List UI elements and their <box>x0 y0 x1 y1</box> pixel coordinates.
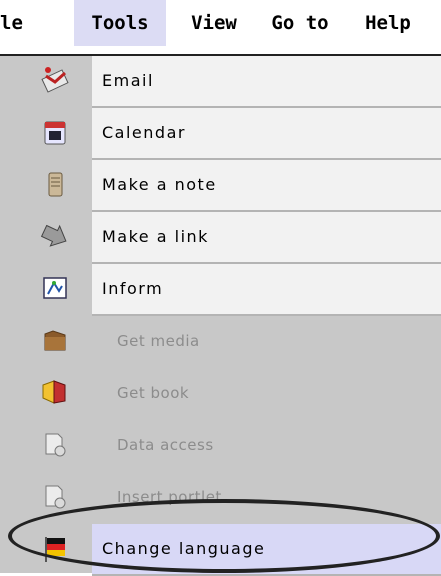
menu-view[interactable]: View <box>176 0 252 46</box>
data-access-icon <box>40 430 70 460</box>
menu-item-label: Get book <box>117 384 190 402</box>
menu-item-insert-portlet[interactable]: Insert portlet <box>0 472 441 524</box>
tools-dropdown-menu: Email Calendar Make a note Make a link I… <box>0 56 441 576</box>
menu-tools[interactable]: Tools <box>74 0 166 46</box>
email-icon <box>40 64 70 94</box>
menu-item-make-a-note[interactable]: Make a note <box>0 160 441 212</box>
menu-go-to[interactable]: Go to <box>260 0 340 46</box>
book-folder-icon <box>40 376 70 406</box>
menu-help[interactable]: Help <box>352 0 424 46</box>
menu-item-inform[interactable]: Inform <box>0 264 441 316</box>
menu-item-label: Inform <box>92 264 441 316</box>
media-folder-icon <box>40 326 70 356</box>
calendar-icon <box>40 118 70 148</box>
menu-item-data-access[interactable]: Data access <box>0 420 441 472</box>
link-icon <box>40 222 70 252</box>
menu-item-label: Data access <box>117 436 214 454</box>
menu-item-make-a-link[interactable]: Make a link <box>0 212 441 264</box>
menu-item-change-language[interactable]: Change language <box>0 524 441 576</box>
inform-icon <box>40 274 70 304</box>
menu-item-label: Make a link <box>92 212 441 264</box>
menu-item-calendar[interactable]: Calendar <box>0 108 441 160</box>
note-icon <box>40 170 70 200</box>
menu-item-label: Calendar <box>92 108 441 160</box>
menu-item-get-book[interactable]: Get book <box>0 368 441 420</box>
menu-item-label: Email <box>92 56 441 108</box>
menu-item-label: Insert portlet <box>117 488 222 506</box>
menu-item-email[interactable]: Email <box>0 56 441 108</box>
menu-item-label: Make a note <box>92 160 441 212</box>
menu-item-get-media[interactable]: Get media <box>0 316 441 368</box>
flag-icon <box>40 534 70 564</box>
menu-file[interactable]: le <box>0 0 65 46</box>
menu-item-label: Get media <box>117 332 200 350</box>
portlet-icon <box>40 482 70 512</box>
menu-item-label: Change language <box>92 524 441 576</box>
menu-bar: le Tools View Go to Help <box>0 0 441 56</box>
